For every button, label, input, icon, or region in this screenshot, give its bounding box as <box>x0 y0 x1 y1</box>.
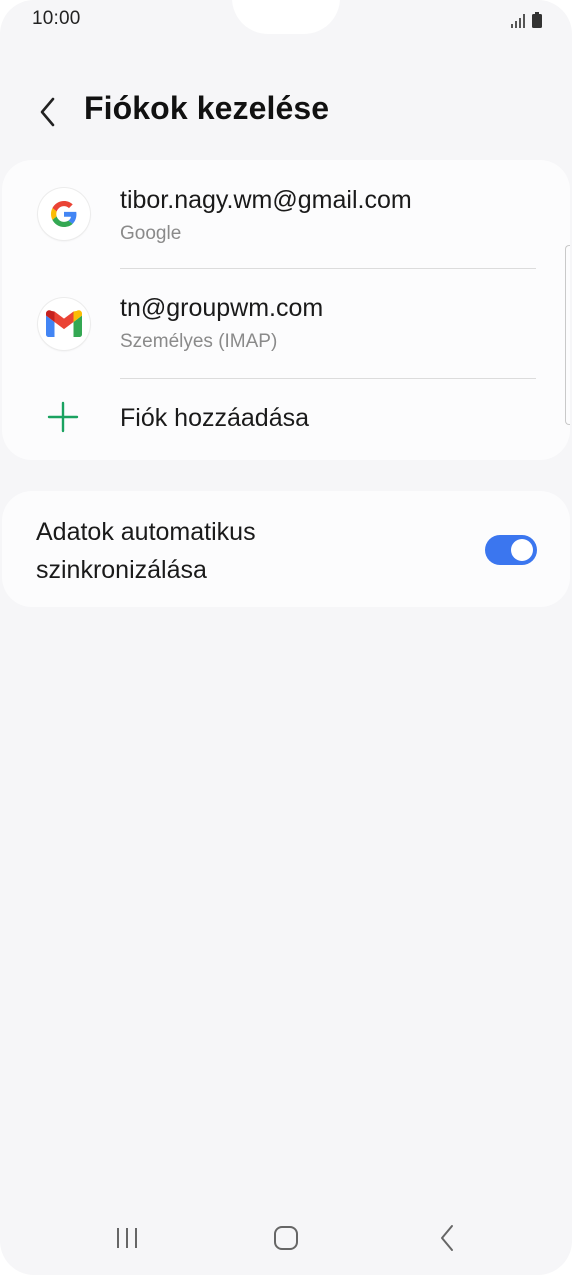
divider <box>120 378 536 379</box>
back-icon <box>441 1225 453 1251</box>
home-button[interactable] <box>261 1218 311 1258</box>
sync-card[interactable]: Adatok automatikus szinkronizálása <box>2 491 570 607</box>
account-row-imap[interactable]: tn@groupwm.com Személyes (IMAP) <box>2 270 570 380</box>
phone-screen: 10:00 Fiókok kezelése tibor.nagy.wm@gmai… <box>0 0 572 1275</box>
home-icon <box>274 1226 298 1250</box>
account-email: tibor.nagy.wm@gmail.com <box>120 186 412 214</box>
add-account-label: Fiók hozzáadása <box>120 404 310 432</box>
nav-back-button[interactable] <box>422 1218 472 1258</box>
status-time: 10:00 <box>32 8 81 29</box>
back-button[interactable] <box>30 92 66 132</box>
camera-notch <box>222 0 350 34</box>
gmail-icon <box>38 298 90 350</box>
signal-icon <box>511 14 525 28</box>
plus-icon <box>47 401 79 433</box>
accounts-card: tibor.nagy.wm@gmail.com Google tn@groupw… <box>2 160 570 460</box>
account-email: tn@groupwm.com <box>120 294 324 322</box>
google-icon <box>38 188 90 240</box>
scroll-indicator[interactable] <box>565 245 570 425</box>
navigation-bar <box>0 1208 572 1268</box>
sync-toggle[interactable] <box>485 535 537 565</box>
account-type: Személyes (IMAP) <box>120 331 278 352</box>
account-row-google[interactable]: tibor.nagy.wm@gmail.com Google <box>2 160 570 270</box>
recent-apps-icon <box>117 1228 137 1248</box>
toggle-knob <box>511 539 533 561</box>
battery-icon <box>532 12 542 28</box>
recent-apps-button[interactable] <box>102 1218 152 1258</box>
divider <box>120 268 536 269</box>
add-account-button[interactable]: Fiók hozzáadása <box>2 382 570 452</box>
chevron-left-icon <box>40 97 55 127</box>
status-icons <box>511 10 542 28</box>
account-type: Google <box>120 223 182 244</box>
page-title: Fiókok kezelése <box>84 90 330 126</box>
app-header: Fiókok kezelése <box>0 84 572 138</box>
sync-label: Adatok automatikus szinkronizálása <box>36 518 256 584</box>
